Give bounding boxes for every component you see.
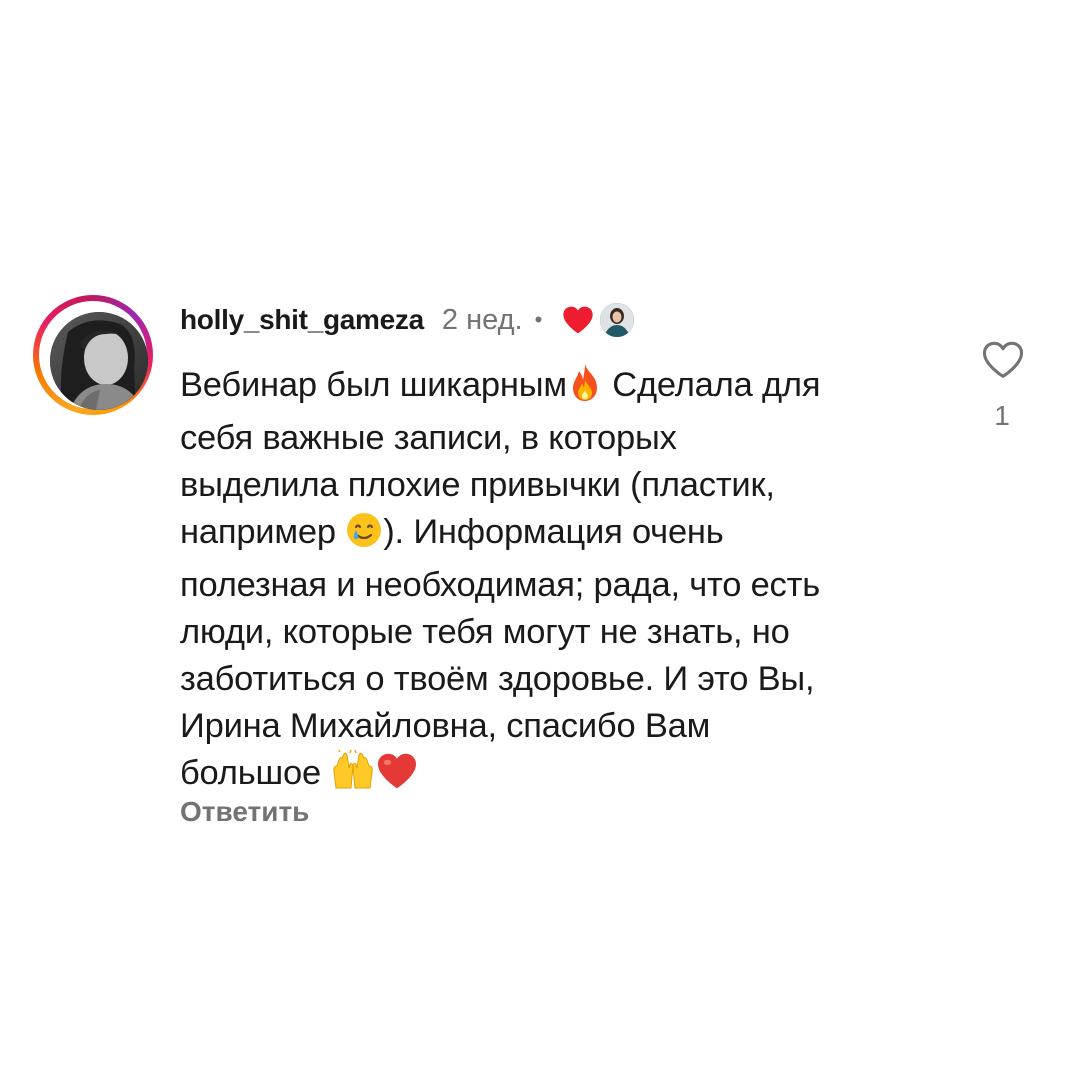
comment-text-segment: Вебинар был шикарным [180, 366, 567, 404]
comment-text-segment: например [180, 513, 346, 551]
comment-text-line: заботиться о твоём здоровье. И это Вы, [180, 656, 950, 703]
avatar-story-ring[interactable] [33, 295, 153, 415]
separator-dot: • [534, 307, 543, 332]
comment-text-line: Вебинар был шикарным Сделала для [180, 362, 950, 415]
comment-text-segment: Сделала для [602, 366, 821, 404]
red-heart-icon [562, 305, 594, 335]
comment-text-segment: полезная и необходимая; рада, что есть [180, 566, 820, 604]
comment-text-line: например ). Информация очень [180, 509, 950, 562]
username[interactable]: holly_shit_gameza [180, 304, 424, 336]
comment: holly_shit_gameza 2 нед. • Вебинар был ш… [0, 0, 1080, 1080]
comment-text: Вебинар был шикарным Сделала для себя важ… [180, 362, 950, 803]
comment-text-line: Ирина Михайловна, спасибо Вам [180, 703, 950, 750]
comment-text-line: себя важные записи, в которых [180, 415, 950, 462]
avatar-photo [50, 312, 148, 410]
avatar[interactable] [50, 312, 148, 410]
smiling-face-with-tear-emoji [345, 511, 383, 562]
comment-text-segment: ). Информация очень [383, 513, 724, 551]
comment-text-segment: выделила плохие привычки (пластик, [180, 466, 775, 504]
comment-text-segment: заботиться о твоём здоровье. И это Вы, [180, 660, 815, 698]
comment-header: holly_shit_gameza 2 нед. • [180, 298, 635, 342]
red-heart-emoji [376, 752, 418, 803]
reply-button[interactable]: Ответить [180, 796, 309, 828]
author-avatar [600, 303, 635, 337]
comment-text-segment: большое [180, 754, 331, 792]
comment-text-line: полезная и необходимая; рада, что есть [180, 562, 950, 609]
comment-text-segment: Ирина Михайловна, спасибо Вам [180, 707, 711, 745]
comment-text-segment: люди, которые тебя могут не знать, но [180, 613, 790, 651]
like-count: 1 [994, 400, 1010, 431]
comment-text-segment: себя важные записи, в которых [180, 419, 677, 457]
comment-time: 2 нед. [441, 303, 523, 336]
heart-outline-icon[interactable] [981, 340, 1025, 380]
comment-text-line: выделила плохие привычки (пластик, [180, 462, 950, 509]
raising-hands-emoji [330, 749, 376, 803]
fire-emoji [567, 362, 603, 415]
comment-text-line: люди, которые тебя могут не знать, но [180, 609, 950, 656]
